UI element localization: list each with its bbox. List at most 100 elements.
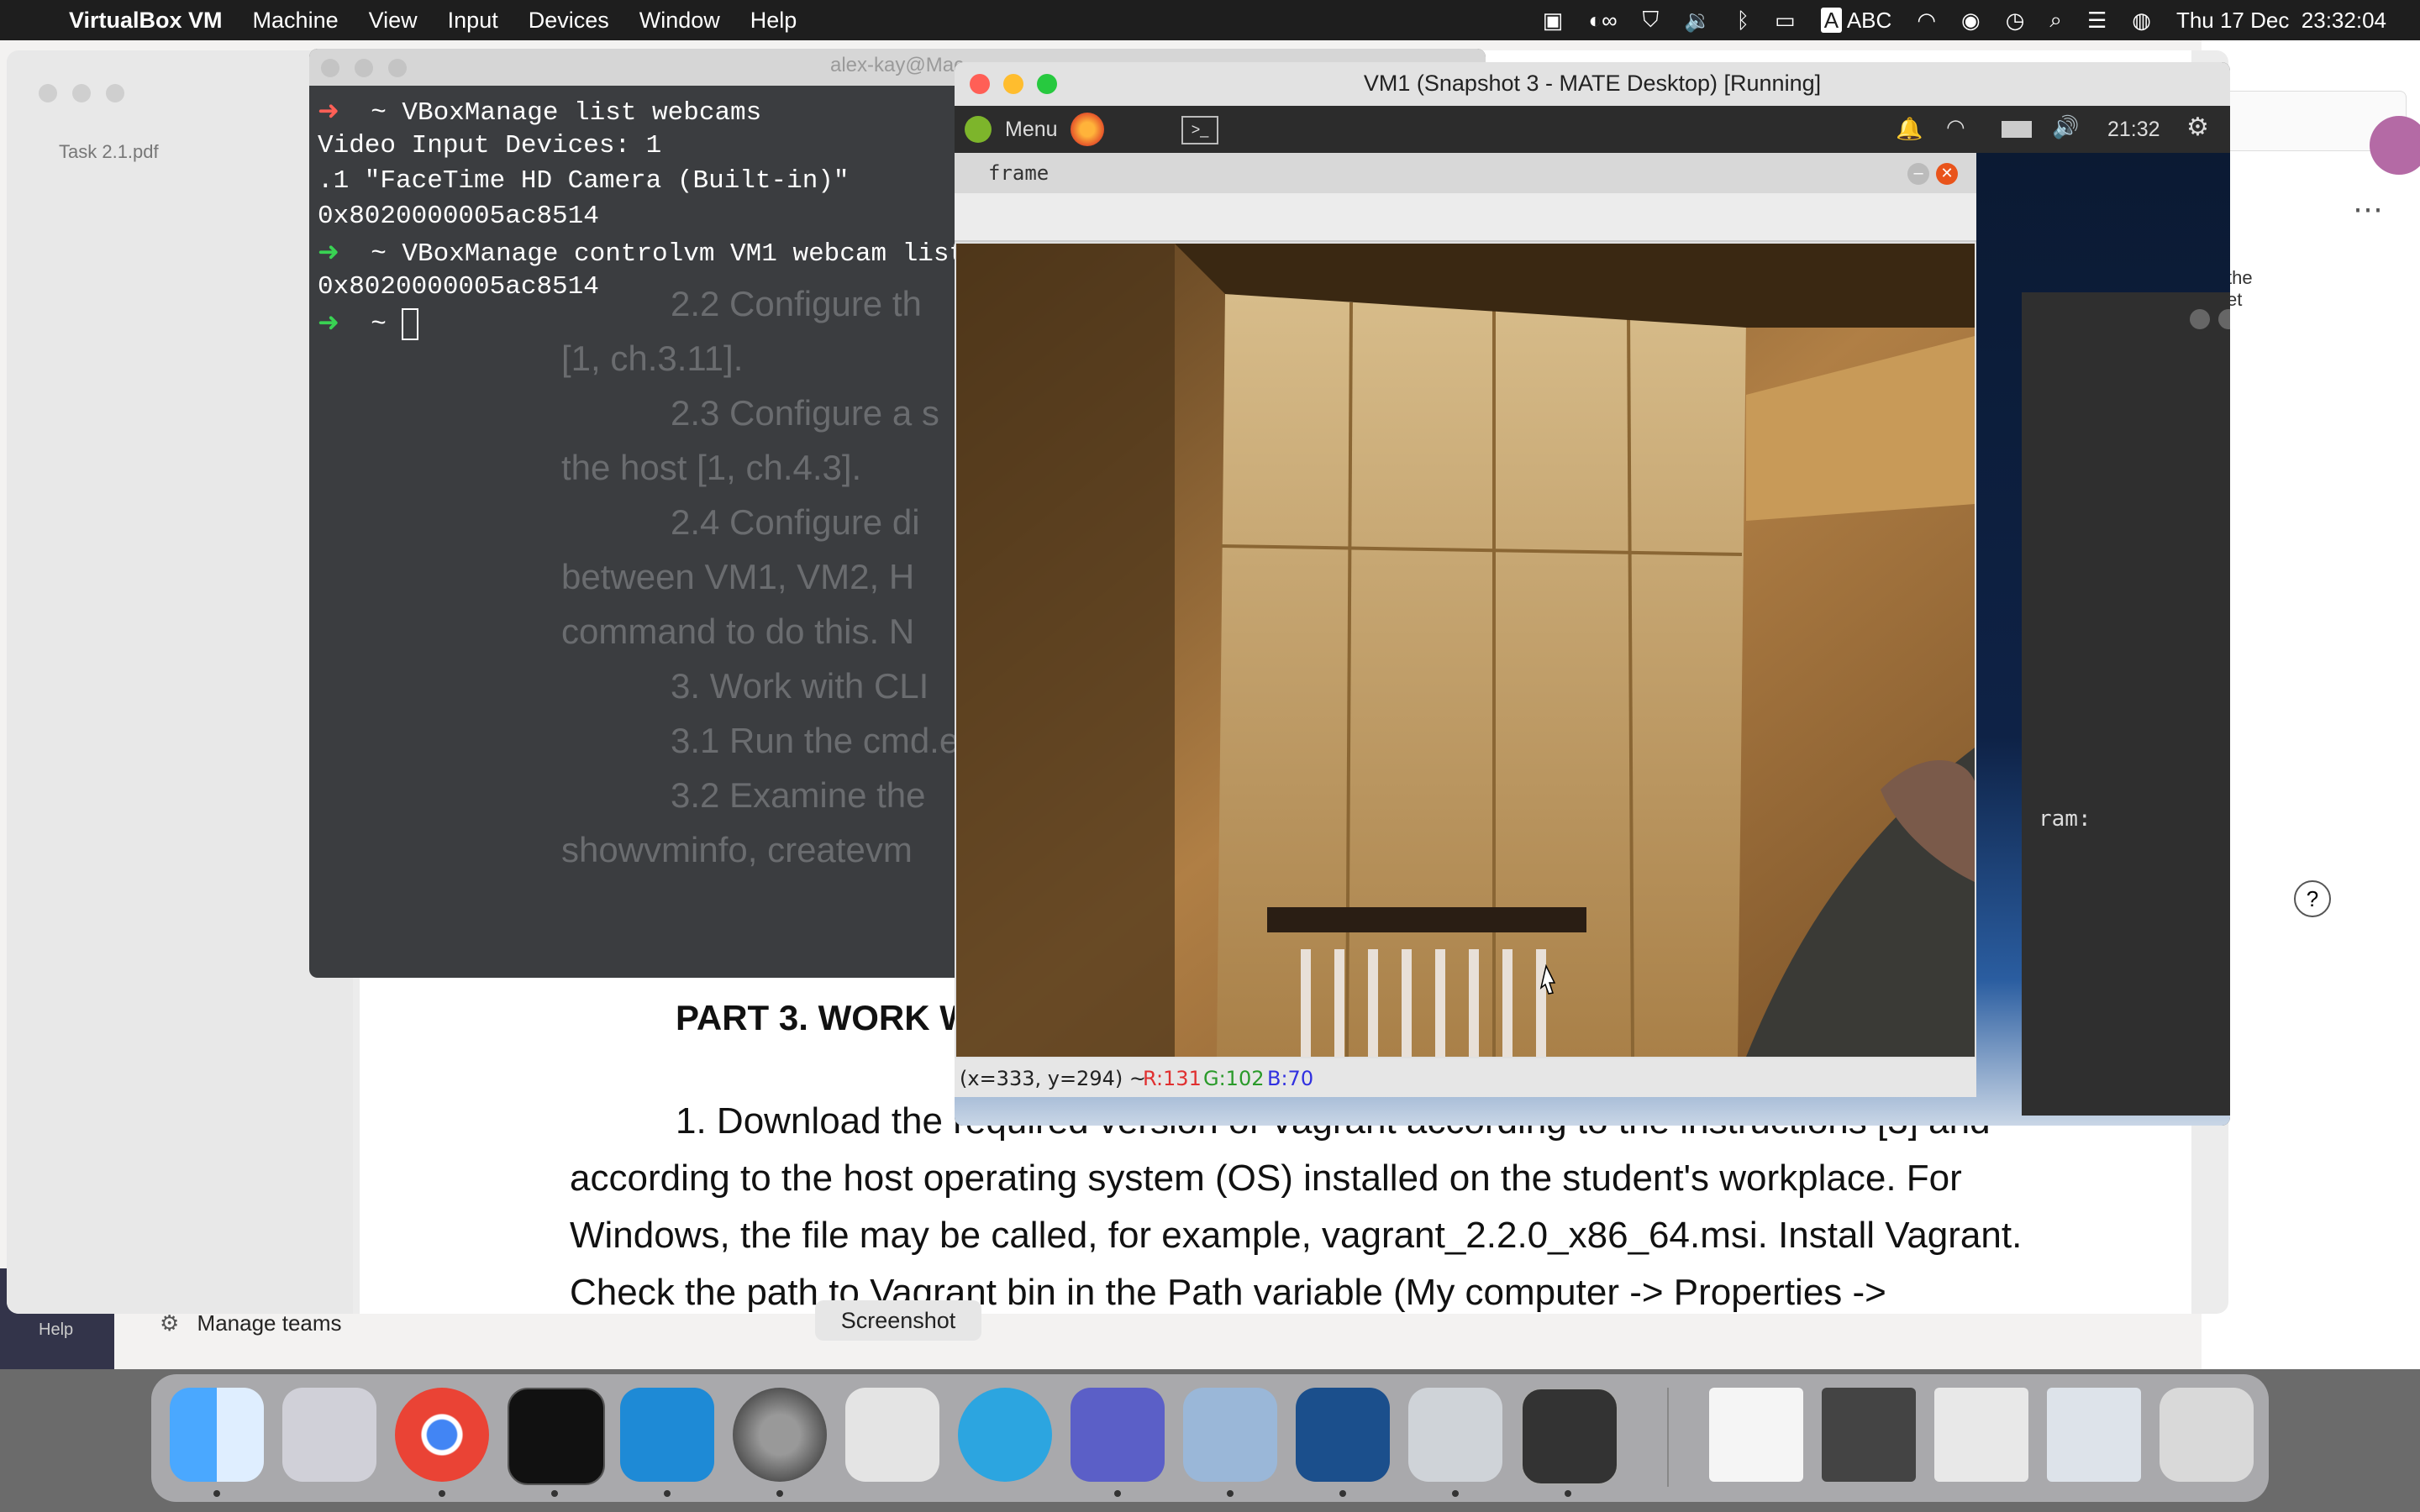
bell-icon[interactable]: 🔔 bbox=[1896, 116, 1923, 142]
avatar[interactable] bbox=[2370, 116, 2420, 175]
manage-teams-link[interactable]: ⚙ Manage teams bbox=[160, 1310, 342, 1336]
running-indicator bbox=[664, 1490, 671, 1497]
search-icon[interactable]: ⌕ bbox=[2049, 7, 2062, 34]
trash-icon[interactable] bbox=[2160, 1388, 2254, 1482]
menu-app-name[interactable]: VirtualBox VM bbox=[69, 8, 223, 34]
running-indicator bbox=[551, 1490, 558, 1497]
zoom-button[interactable] bbox=[106, 84, 124, 102]
mate-clock[interactable]: 21:32 bbox=[2107, 118, 2160, 142]
launchpad-icon[interactable] bbox=[282, 1388, 376, 1482]
help-label: Help bbox=[39, 1320, 74, 1339]
terminal-cursor bbox=[402, 307, 419, 340]
dock-tooltip: Screenshot bbox=[815, 1300, 981, 1341]
menu-view[interactable]: View bbox=[369, 8, 418, 34]
document-icon[interactable] bbox=[1822, 1388, 1916, 1482]
running-indicator bbox=[1339, 1490, 1346, 1497]
menu-input[interactable]: Input bbox=[448, 8, 498, 34]
more-options-icon[interactable]: ⋯ bbox=[2353, 192, 2383, 227]
vm-titlebar[interactable]: VM1 (Snapshot 3 - MATE Desktop) [Running… bbox=[955, 62, 2230, 106]
status-blue-value: B:70 bbox=[1267, 1067, 1314, 1090]
gear-icon[interactable]: ⚙ bbox=[2186, 113, 2209, 142]
running-indicator bbox=[1565, 1490, 1571, 1497]
ghost-text: [1, ch.3.11]. bbox=[561, 339, 744, 378]
mate-menu-icon[interactable] bbox=[965, 116, 992, 143]
status-coordinates: (x=333, y=294) ~ bbox=[960, 1067, 1153, 1090]
wifi-icon[interactable]: ◠ bbox=[1917, 8, 1936, 34]
minimize-button[interactable] bbox=[72, 84, 91, 102]
battery-icon[interactable]: ▭ bbox=[1775, 8, 1796, 34]
volume-icon[interactable]: 🔊 bbox=[2052, 114, 2079, 140]
vm-window[interactable]: VM1 (Snapshot 3 - MATE Desktop) [Running… bbox=[955, 62, 2230, 1126]
running-indicator bbox=[1227, 1490, 1234, 1497]
preview-icon[interactable] bbox=[1183, 1388, 1277, 1482]
menu-devices[interactable]: Devices bbox=[529, 8, 609, 34]
status-green-value: G:102 bbox=[1203, 1067, 1265, 1090]
terminal-line: ➜ ~ VBoxManage controlvm VM1 webcam list bbox=[318, 239, 965, 269]
pdf-file-name[interactable]: Task 2.1.pdf bbox=[59, 141, 159, 163]
minimize-button[interactable] bbox=[2190, 309, 2210, 329]
terminal-line: ➜ ~ VBoxManage list webcams bbox=[318, 98, 762, 128]
mate-top-panel: Menu >_ 🔔 ◠ 🔊 21:32 ⚙ bbox=[955, 106, 2230, 153]
help-circle-icon[interactable]: ? bbox=[2294, 880, 2331, 917]
contrast-icon[interactable]: ◐∞ bbox=[1588, 8, 1617, 34]
control-center-icon[interactable]: ☰ bbox=[2087, 8, 2107, 34]
virtualbox-icon[interactable] bbox=[1296, 1388, 1390, 1482]
shield-icon[interactable]: ⛉ bbox=[1643, 7, 1660, 34]
telegram-icon[interactable] bbox=[958, 1388, 1052, 1482]
frame-title: frame bbox=[988, 161, 1050, 185]
gear-icon: ⚙ bbox=[160, 1310, 180, 1336]
input-source-icon[interactable]: A ABC bbox=[1820, 7, 1891, 34]
macos-menu-bar: VirtualBox VM Machine View Input Devices… bbox=[0, 0, 2420, 40]
terminal-line: 0x8020000005ac8514 bbox=[318, 272, 599, 302]
mate-menu-label[interactable]: Menu bbox=[1005, 118, 1058, 142]
running-indicator bbox=[776, 1490, 783, 1497]
user-icon[interactable]: ◉ bbox=[1961, 8, 1981, 34]
screenshot-icon[interactable] bbox=[845, 1388, 939, 1482]
wifi-icon[interactable]: ◠ bbox=[1946, 114, 1965, 140]
terminal-app-icon[interactable] bbox=[508, 1388, 605, 1485]
camera-status-icon[interactable]: ▣ bbox=[1543, 8, 1564, 34]
time-machine-icon[interactable]: ◷ bbox=[2006, 8, 2025, 34]
frame-window[interactable]: frame – ✕ (x=333, y=294) ~ R:131 G:102 B… bbox=[955, 153, 1976, 1097]
zoom-button[interactable] bbox=[388, 59, 407, 77]
disk-utility-icon[interactable] bbox=[1408, 1388, 1502, 1482]
running-indicator bbox=[213, 1490, 220, 1497]
close-button[interactable] bbox=[321, 59, 339, 77]
menu-help[interactable]: Help bbox=[750, 8, 797, 34]
ghost-text: 3.1 Run the cmd.e bbox=[671, 721, 960, 760]
firefox-icon[interactable] bbox=[1071, 113, 1104, 146]
system-preferences-icon[interactable] bbox=[733, 1388, 827, 1482]
dock bbox=[151, 1374, 2269, 1502]
siri-icon[interactable]: ◍ bbox=[2132, 8, 2151, 34]
volume-icon[interactable]: 🔉 bbox=[1684, 8, 1711, 34]
maximize-button[interactable] bbox=[2218, 309, 2230, 329]
ghost-text: command to do this. N bbox=[561, 612, 915, 651]
close-button[interactable]: ✕ bbox=[1936, 163, 1958, 185]
minimize-button[interactable] bbox=[355, 59, 373, 77]
terminal-line: .1 "FaceTime HD Camera (Built-in)" bbox=[318, 166, 850, 196]
vscode-icon[interactable] bbox=[620, 1388, 714, 1482]
terminal-prompt-line[interactable]: ➜ ~ bbox=[318, 307, 419, 340]
finder-icon[interactable] bbox=[170, 1388, 264, 1482]
webcam-image[interactable] bbox=[956, 244, 1975, 1057]
document-icon[interactable] bbox=[1934, 1388, 2028, 1482]
menu-window[interactable]: Window bbox=[639, 8, 720, 34]
running-indicator bbox=[1114, 1490, 1121, 1497]
battery-icon[interactable] bbox=[2002, 121, 2032, 138]
terminal-icon[interactable]: >_ bbox=[1181, 116, 1218, 144]
virtualbox-vm-icon[interactable] bbox=[1521, 1388, 1618, 1485]
document-icon[interactable] bbox=[2047, 1388, 2141, 1482]
minimize-button[interactable]: – bbox=[1907, 163, 1929, 185]
chrome-icon[interactable] bbox=[395, 1388, 489, 1482]
frame-titlebar[interactable]: frame – ✕ bbox=[955, 153, 1976, 193]
background-terminal-window: ram: bbox=[2022, 292, 2230, 1116]
document-icon[interactable] bbox=[1709, 1388, 1803, 1482]
teams-icon[interactable] bbox=[1071, 1388, 1165, 1482]
close-button[interactable] bbox=[39, 84, 57, 102]
ghost-text: 2.4 Configure di bbox=[671, 502, 920, 542]
clock[interactable]: Thu 17 Dec 23:32:04 bbox=[2176, 8, 2386, 34]
ghost-text: 3. Work with CLI bbox=[671, 666, 929, 706]
terminal-line: 0x8020000005ac8514 bbox=[318, 202, 599, 231]
menu-machine[interactable]: Machine bbox=[253, 8, 339, 34]
bluetooth-icon[interactable]: ᛒ bbox=[1737, 8, 1750, 34]
